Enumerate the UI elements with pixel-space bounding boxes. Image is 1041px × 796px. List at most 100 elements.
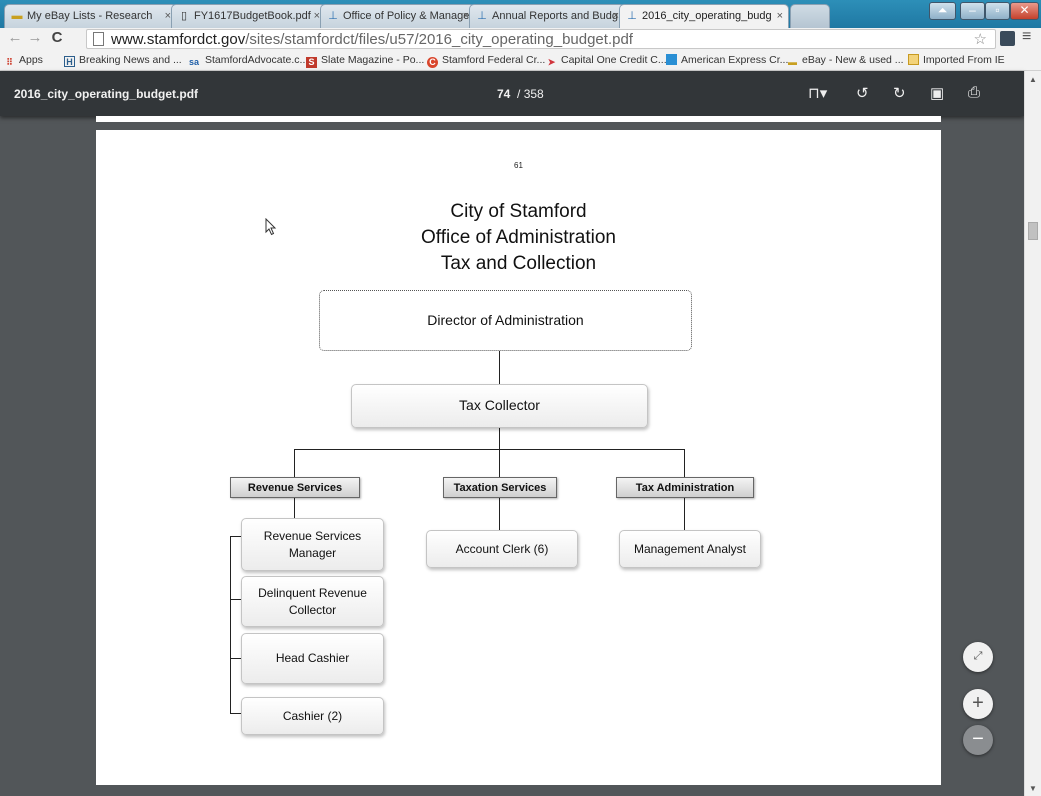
- url-host: www.stamfordct.gov: [111, 31, 246, 48]
- browser-toolbar: ← → C www.stamfordct.gov/sites/stamfordc…: [0, 28, 1041, 50]
- bookmark-label: Stamford Federal Cr...: [442, 54, 546, 66]
- previous-page-edge: [96, 116, 941, 122]
- division-label: Revenue Services: [247, 481, 343, 494]
- address-bar[interactable]: www.stamfordct.gov/sites/stamfordct/file…: [86, 29, 996, 49]
- bookmarks-bar: ⠿ Apps H Breaking News and ... sa StamfordA…: [0, 50, 1041, 71]
- bookmark-label: StamfordAdvocate.c...: [205, 54, 309, 66]
- bookmark-label: Apps: [19, 54, 43, 66]
- box-label: Delinquent Revenue Collector: [258, 585, 367, 617]
- bookmark-amex[interactable]: American Express Cr...: [666, 54, 788, 66]
- pdf-filename: 2016_city_operating_budget.pdf: [14, 87, 199, 101]
- folder-icon: [908, 54, 919, 65]
- connector-line: [294, 449, 295, 477]
- bookmark-star-icon[interactable]: ☆: [974, 30, 987, 48]
- rotate-clockwise-icon[interactable]: ↻: [893, 84, 906, 102]
- maximize-icon[interactable]: ▫: [985, 2, 1010, 20]
- connector-line: [499, 498, 500, 530]
- bookmark-slate[interactable]: S Slate Magazine - Po...: [306, 54, 424, 68]
- tab-city-operating-budget[interactable]: ⊥ 2016_city_operating_budg ×: [619, 4, 789, 28]
- capital-one-icon: ➤: [547, 57, 556, 67]
- user-profile-icon[interactable]: ⏶: [929, 2, 956, 20]
- revenue-services-manager-box: Revenue Services Manager: [241, 518, 384, 571]
- tab-ebay-lists[interactable]: ▬ My eBay Lists - Research ×: [4, 4, 177, 28]
- scroll-down-icon[interactable]: ▼: [1029, 784, 1037, 793]
- connector-line: [230, 713, 241, 714]
- bookmark-ebay[interactable]: ▬ eBay - New & used ...: [787, 54, 904, 68]
- slate-icon: S: [306, 57, 317, 68]
- bookmark-breaking-news[interactable]: H Breaking News and ...: [64, 54, 182, 67]
- bookmark-stamford-federal[interactable]: C Stamford Federal Cr...: [427, 54, 545, 68]
- box-label: Tax Collector: [459, 397, 540, 414]
- page-number: 61: [514, 161, 523, 170]
- rotate-counterclockwise-icon[interactable]: ↺: [856, 84, 869, 102]
- zoom-out-button[interactable]: −: [963, 725, 993, 755]
- box-label: Account Clerk (6): [455, 541, 549, 556]
- vertical-scrollbar[interactable]: ▲ ▼: [1024, 71, 1041, 796]
- ebay-icon: ▬: [788, 57, 797, 67]
- connector-line: [499, 427, 500, 449]
- account-clerk-box: Account Clerk (6): [426, 530, 578, 568]
- box-label: Revenue Services Manager: [263, 528, 362, 560]
- cashier-box: Cashier (2): [241, 697, 384, 735]
- tab-title: Office of Policy & Manage: [343, 10, 470, 22]
- amex-icon: [666, 54, 677, 65]
- mouse-cursor-icon: [265, 218, 277, 236]
- page-icon: ▯: [180, 10, 188, 22]
- delinquent-revenue-collector-box: Delinquent Revenue Collector: [241, 576, 384, 627]
- connector-line: [499, 350, 500, 384]
- ebay-icon: ▬: [11, 10, 23, 22]
- connector-line: [684, 498, 685, 530]
- tax-administration-header: Tax Administration: [616, 477, 754, 498]
- extension-icon[interactable]: [1000, 31, 1015, 46]
- new-tab-button[interactable]: [790, 4, 830, 28]
- back-arrow-icon[interactable]: ←: [6, 29, 24, 46]
- h-icon: H: [64, 56, 75, 67]
- connector-line: [294, 498, 295, 518]
- head-cashier-box: Head Cashier: [241, 633, 384, 684]
- bookmark-label: Breaking News and ...: [79, 54, 182, 66]
- tab-budget-book[interactable]: ▯ FY1617BudgetBook.pdf ×: [171, 4, 326, 28]
- taxation-services-header: Taxation Services: [443, 477, 557, 498]
- tax-collector-box: Tax Collector: [351, 384, 648, 428]
- print-icon[interactable]: ⎙: [968, 84, 980, 101]
- reload-icon[interactable]: C: [48, 29, 66, 46]
- pdf-page: 61 City of Stamford Office of Administra…: [96, 130, 941, 785]
- box-label: Cashier (2): [282, 708, 343, 723]
- menu-icon[interactable]: ≡: [1022, 28, 1031, 46]
- minimize-icon[interactable]: –: [960, 2, 985, 20]
- connector-line: [684, 449, 685, 477]
- site-icon: ⊥: [627, 10, 637, 22]
- fit-to-page-button[interactable]: ⤢: [963, 642, 993, 672]
- tab-title: My eBay Lists - Research: [27, 10, 153, 22]
- page-indicator: 74 / 358: [497, 87, 544, 101]
- tab-office-policy[interactable]: ⊥ Office of Policy & Manage ×: [320, 4, 475, 28]
- connector-line: [230, 658, 241, 659]
- window-close-icon[interactable]: ✕: [1010, 2, 1039, 20]
- tab-annual-reports[interactable]: ⊥ Annual Reports and Budg ×: [469, 4, 625, 28]
- scroll-up-icon[interactable]: ▲: [1029, 75, 1037, 84]
- bookmark-icon[interactable]: ⊓▾: [808, 84, 827, 102]
- connector-line: [230, 536, 231, 713]
- bookmark-label: American Express Cr...: [681, 54, 789, 66]
- bookmark-stamford-advocate[interactable]: sa StamfordAdvocate.c...: [187, 54, 308, 68]
- sfcu-icon: C: [427, 57, 438, 68]
- bookmark-apps[interactable]: ⠿ Apps: [4, 54, 43, 68]
- site-icon: ⊥: [328, 10, 338, 22]
- box-label: Director of Administration: [427, 311, 584, 328]
- bookmark-label: eBay - New & used ...: [802, 54, 904, 66]
- forward-arrow-icon[interactable]: →: [26, 29, 44, 46]
- org-chart-title-line-2: Office of Administration: [420, 227, 617, 248]
- total-pages: / 358: [517, 87, 544, 101]
- bookmark-capital-one[interactable]: ➤ Capital One Credit C...: [546, 54, 667, 68]
- connector-line: [294, 449, 685, 450]
- bookmark-folder-imported[interactable]: Imported From IE: [908, 54, 1005, 66]
- connector-line: [230, 536, 241, 537]
- pdf-toolbar: 2016_city_operating_budget.pdf 74 / 358 …: [0, 71, 1024, 116]
- scroll-thumb[interactable]: [1028, 222, 1038, 240]
- management-analyst-box: Management Analyst: [619, 530, 761, 568]
- zoom-in-button[interactable]: +: [963, 689, 993, 719]
- close-icon[interactable]: ×: [777, 10, 783, 22]
- page-icon: [93, 32, 104, 46]
- save-icon[interactable]: ▣: [930, 84, 944, 102]
- current-page-input[interactable]: 74: [497, 87, 510, 101]
